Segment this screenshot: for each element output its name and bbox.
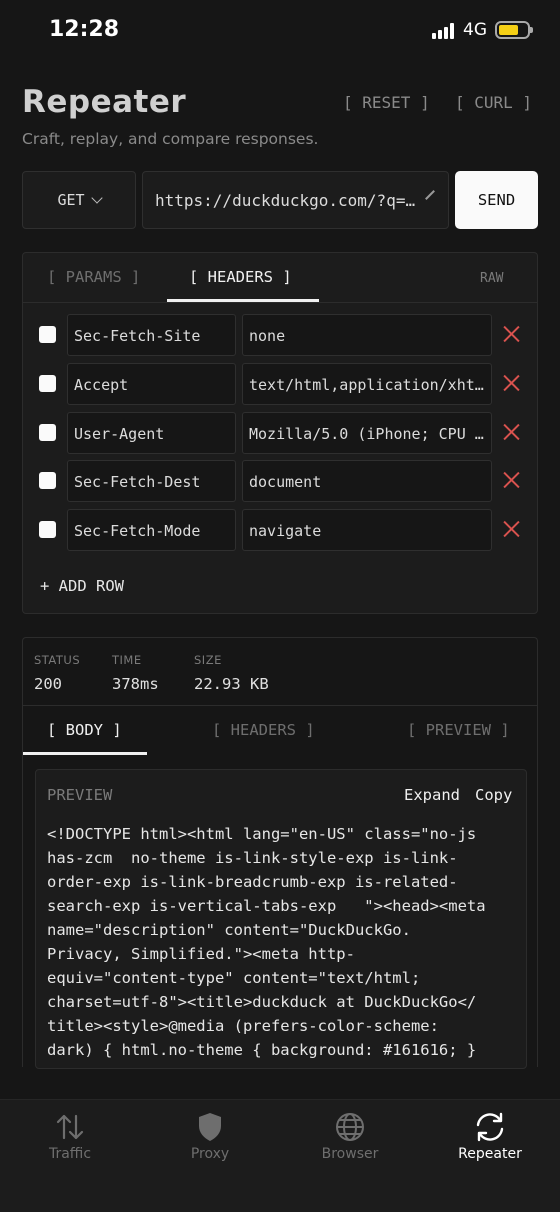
nav-label: Browser — [321, 1146, 379, 1162]
battery-icon — [495, 21, 533, 39]
header-value-input[interactable]: text/html,application/xhtml+xml — [242, 363, 492, 405]
header-key-input[interactable]: Sec-Fetch-Site — [67, 314, 236, 356]
expand-button[interactable]: Expand — [404, 786, 460, 804]
header-enable-checkbox[interactable] — [39, 472, 56, 489]
nav-label: Proxy — [190, 1146, 230, 1162]
request-tabs: [ PARAMS ] [ HEADERS ] RAW — [23, 253, 537, 303]
header-enable-checkbox[interactable] — [39, 326, 56, 343]
response-body-code: <!DOCTYPE html><html lang="en-US" class=… — [47, 825, 486, 1059]
header-key-input[interactable]: Accept — [67, 363, 236, 405]
header-row: Accept text/html,application/xhtml+xml — [23, 363, 537, 405]
header-row: Sec-Fetch-Mode navigate — [23, 509, 537, 551]
delete-row-icon[interactable] — [503, 521, 520, 538]
nav-browser[interactable]: Browser — [280, 1100, 420, 1180]
header-enable-checkbox[interactable] — [39, 521, 56, 538]
delete-row-icon[interactable] — [503, 375, 520, 392]
preview-label: PREVIEW — [47, 786, 113, 804]
header-key-input[interactable]: User-Agent — [67, 412, 236, 454]
nav-label: Repeater — [458, 1146, 522, 1162]
preview-box: PREVIEW Expand Copy <!DOCTYPE html><html… — [35, 769, 527, 1069]
header-value-input[interactable]: none — [242, 314, 492, 356]
status-bar: 12:28 4G — [0, 0, 560, 62]
method-value: GET — [57, 191, 85, 209]
response-panel: STATUS 200 TIME 378ms SIZE 22.93 KB [ BO… — [22, 637, 538, 1069]
tab-raw[interactable]: RAW — [480, 271, 503, 286]
method-select[interactable]: GET — [22, 171, 136, 229]
tab-headers[interactable]: [ HEADERS ] — [189, 268, 292, 286]
status-label: STATUS — [34, 653, 81, 667]
signal-icon — [432, 23, 458, 39]
nav-proxy[interactable]: Proxy — [140, 1100, 280, 1180]
globe-icon — [336, 1113, 364, 1141]
add-row-button[interactable]: + ADD ROW — [40, 577, 124, 595]
edit-icon — [425, 190, 435, 200]
header-key-input[interactable]: Sec-Fetch-Mode — [67, 509, 236, 551]
nav-repeater[interactable]: Repeater — [420, 1100, 560, 1180]
header-value-input[interactable]: Mozilla/5.0 (iPhone; CPU iPhone OS — [242, 412, 492, 454]
header-key-input[interactable]: Sec-Fetch-Dest — [67, 460, 236, 502]
header-enable-checkbox[interactable] — [39, 424, 56, 441]
header-value-input[interactable]: document — [242, 460, 492, 502]
size-value: 22.93 KB — [194, 675, 269, 693]
shield-icon — [199, 1113, 221, 1141]
status-value: 200 — [34, 675, 62, 693]
size-label: SIZE — [194, 653, 222, 667]
url-value: https://duckduckgo.com/?q=duckduck — [155, 191, 417, 210]
url-input[interactable]: https://duckduckgo.com/?q=duckduck — [142, 171, 449, 229]
network-type: 4G — [463, 20, 487, 40]
time-label: TIME — [112, 653, 142, 667]
delete-row-icon[interactable] — [503, 424, 520, 441]
tab-params[interactable]: [ PARAMS ] — [47, 268, 140, 286]
curl-button[interactable]: [ CURL ] — [455, 93, 532, 112]
response-stats: STATUS 200 TIME 378ms SIZE 22.93 KB — [23, 638, 537, 706]
tab-body[interactable]: [ BODY ] — [47, 721, 122, 739]
header-row: User-Agent Mozilla/5.0 (iPhone; CPU iPho… — [23, 412, 537, 454]
time-value: 378ms — [112, 675, 159, 693]
response-tabs: [ BODY ] [ HEADERS ] [ PREVIEW ] — [23, 706, 537, 756]
active-tab-indicator — [167, 299, 319, 302]
delete-row-icon[interactable] — [503, 326, 520, 343]
header-row: Sec-Fetch-Site none — [23, 314, 537, 356]
header-row: Sec-Fetch-Dest document — [23, 460, 537, 502]
bottom-tab-bar: Traffic Proxy Browser Repeater — [0, 1099, 560, 1212]
clock: 12:28 — [49, 17, 120, 42]
nav-label: Traffic — [48, 1146, 92, 1162]
header-value-input[interactable]: navigate — [242, 509, 492, 551]
tab-preview[interactable]: [ PREVIEW ] — [407, 721, 510, 739]
active-tab-indicator — [23, 752, 147, 755]
send-button[interactable]: SEND — [455, 171, 538, 229]
chevron-down-icon — [90, 192, 103, 204]
traffic-arrows-icon — [56, 1114, 84, 1140]
header-enable-checkbox[interactable] — [39, 375, 56, 392]
page-subtitle: Craft, replay, and compare responses. — [22, 130, 319, 148]
tab-response-headers[interactable]: [ HEADERS ] — [212, 721, 315, 739]
reset-button[interactable]: [ RESET ] — [343, 93, 430, 112]
request-editor-panel: [ PARAMS ] [ HEADERS ] RAW Sec-Fetch-Sit… — [22, 252, 538, 614]
repeat-icon — [476, 1112, 504, 1142]
delete-row-icon[interactable] — [503, 472, 520, 489]
nav-traffic[interactable]: Traffic — [0, 1100, 140, 1180]
copy-button[interactable]: Copy — [475, 786, 512, 804]
page-title: Repeater — [22, 84, 187, 120]
